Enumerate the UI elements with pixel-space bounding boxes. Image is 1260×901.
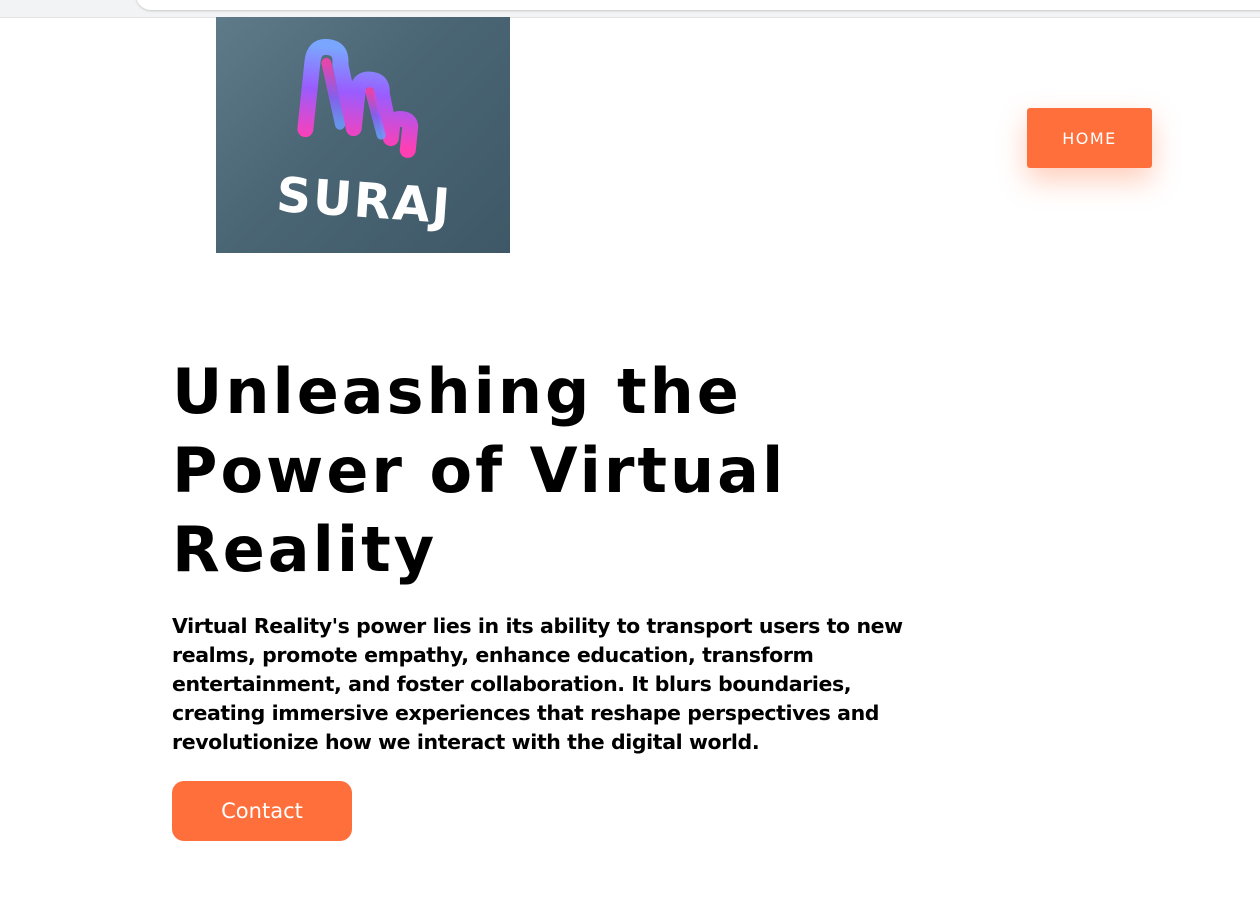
address-bar[interactable] xyxy=(136,0,1260,10)
contact-button[interactable]: Contact xyxy=(172,781,352,841)
site-logo[interactable]: SURAJ xyxy=(216,17,510,253)
hero-title: Unleashing the Power of Virtual Reality xyxy=(172,355,787,586)
gradient-wave-icon: SURAJ xyxy=(275,38,454,235)
page: SURAJ HOME Unleashing the Power of Virtu… xyxy=(0,0,1260,901)
logo-text: SURAJ xyxy=(275,167,454,235)
browser-chrome-strip xyxy=(0,0,1260,18)
home-nav-button[interactable]: HOME xyxy=(1027,108,1152,168)
hero-description: Virtual Reality's power lies in its abil… xyxy=(172,614,903,754)
